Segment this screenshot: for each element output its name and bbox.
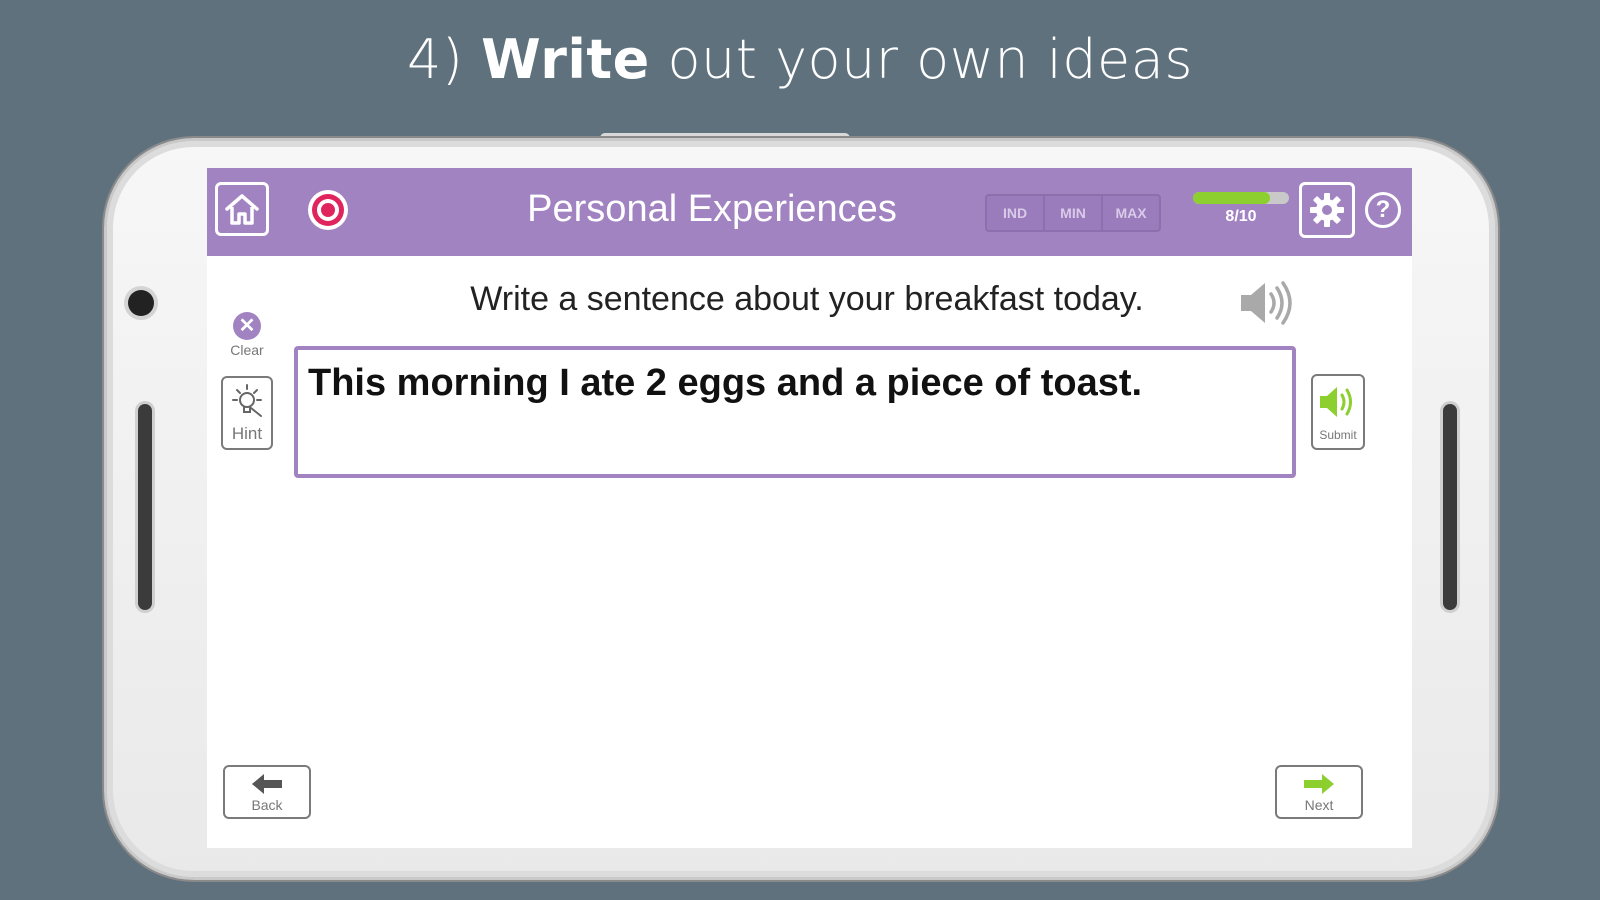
phone-camera [128,290,154,316]
exercise-prompt: Write a sentence about your breakfast to… [470,280,1144,318]
record-button[interactable] [308,190,348,230]
headline-rest: out your own ideas [667,28,1193,91]
home-button[interactable] [215,182,269,236]
hint-label: Hint [231,424,263,443]
record-icon [312,194,344,226]
help-button[interactable]: ? [1365,192,1401,228]
prompt-speaker-button[interactable] [1237,278,1297,328]
gear-icon [1310,193,1344,227]
phone-side-button-left [138,404,152,610]
clear-label: Clear [230,342,264,358]
app-title: Personal Experiences [527,188,897,230]
hint-button[interactable]: Hint [221,376,273,450]
support-level-selector: IND MIN MAX [985,194,1161,232]
arrow-left-icon [252,774,282,794]
settings-button[interactable] [1299,182,1355,238]
next-label: Next [1304,797,1334,813]
mode-ind-button[interactable]: IND [987,196,1045,230]
clear-x-icon: ✕ [233,312,261,340]
lightbulb-icon [232,384,262,417]
speaker-icon [1241,281,1292,325]
headline-bold-word: Write [481,28,650,91]
next-button[interactable]: Next [1275,765,1363,819]
mode-max-button[interactable]: MAX [1103,196,1159,230]
headline-number: 4) [407,28,464,91]
promo-headline: 4) Write out your own ideas [0,28,1600,91]
app-topbar: Personal Experiences IND MIN MAX 8/10 ? [207,168,1412,256]
mode-min-button[interactable]: MIN [1045,196,1103,230]
clear-button[interactable]: ✕ Clear [225,312,269,358]
progress-fill [1193,192,1270,204]
back-button[interactable]: Back [223,765,311,819]
submit-label: Submit [1319,428,1357,442]
progress-count: 8/10 [1225,208,1257,225]
speaker-submit-icon [1320,387,1352,417]
help-icon: ? [1375,196,1391,223]
submit-button[interactable]: Submit [1311,374,1365,450]
progress-bar [1193,192,1289,204]
answer-input[interactable]: This morning I ate 2 eggs and a piece of… [294,346,1296,478]
arrow-right-icon [1304,774,1334,794]
home-icon [225,194,259,225]
phone-side-button-right [1443,404,1457,610]
app-screen: Personal Experiences IND MIN MAX 8/10 ? … [207,168,1412,848]
back-label: Back [251,797,283,813]
